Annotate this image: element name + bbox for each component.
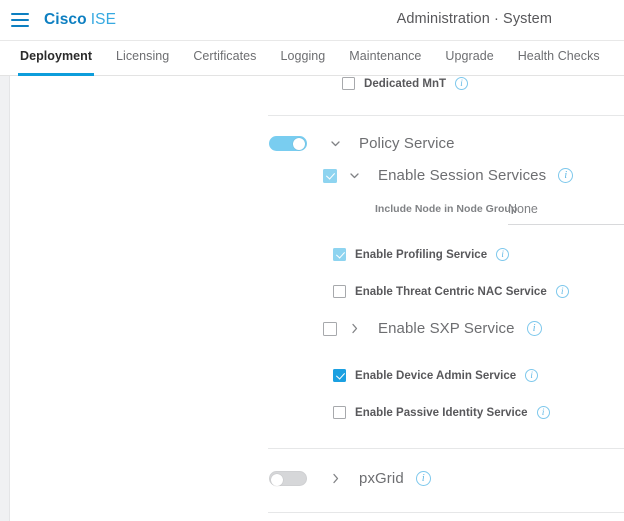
passive-identity-service-row: Enable Passive Identity Service i <box>333 406 550 419</box>
breadcrumb: Administration · System <box>396 11 552 27</box>
divider-below-pxgrid <box>268 512 624 513</box>
pxgrid-info-icon[interactable]: i <box>415 471 431 486</box>
node-group-label-wrap: Include Node in Node Group <box>375 203 517 215</box>
hamburger-menu-icon[interactable] <box>11 13 29 27</box>
chevron-right-icon[interactable] <box>329 472 342 485</box>
device-admin-service-label: Enable Device Admin Service <box>355 369 517 382</box>
brand-secondary-text: ISE <box>90 11 117 28</box>
passive-identity-service-label: Enable Passive Identity Service <box>355 406 528 419</box>
profiling-service-info-icon[interactable]: i <box>496 248 510 261</box>
session-services-row: Enable Session Services i <box>323 167 574 184</box>
divider-above-policy-service <box>268 115 624 116</box>
sxp-service-info-icon[interactable]: i <box>526 321 542 336</box>
dedicated-mnt-checkbox[interactable] <box>342 77 355 90</box>
session-services-checkbox[interactable] <box>323 168 337 183</box>
session-services-label: Enable Session Services <box>378 167 547 184</box>
session-services-info-icon[interactable]: i <box>558 168 574 183</box>
policy-service-toggle[interactable] <box>269 136 307 151</box>
tab-licensing[interactable]: Licensing <box>104 41 181 76</box>
node-group-label: Include Node in Node Group <box>375 203 518 215</box>
threat-centric-nac-checkbox[interactable] <box>333 285 346 298</box>
profiling-service-row: Enable Profiling Service i <box>333 248 510 261</box>
tab-health-checks[interactable]: Health Checks <box>506 41 612 76</box>
policy-service-label: Policy Service <box>359 135 455 152</box>
pxgrid-toggle[interactable] <box>269 471 307 486</box>
sidebar-rail <box>0 76 10 521</box>
tab-upgrade[interactable]: Upgrade <box>433 41 505 76</box>
device-admin-service-row: Enable Device Admin Service i <box>333 369 539 382</box>
chevron-down-icon[interactable] <box>348 169 361 182</box>
tab-logging[interactable]: Logging <box>268 41 337 76</box>
passive-identity-service-checkbox[interactable] <box>333 406 346 419</box>
app-header: Cisco ISE Administration · System <box>0 0 624 41</box>
sxp-service-checkbox[interactable] <box>323 321 337 336</box>
tab-deployment[interactable]: Deployment <box>8 41 104 76</box>
profiling-service-label: Enable Profiling Service <box>355 248 488 261</box>
brand-primary-text: Cisco <box>44 11 87 28</box>
passive-identity-service-info-icon[interactable]: i <box>536 406 550 419</box>
device-admin-service-checkbox[interactable] <box>333 369 346 382</box>
tab-bar: Deployment Licensing Certificates Loggin… <box>0 41 624 76</box>
threat-centric-nac-row: Enable Threat Centric NAC Service i <box>333 285 569 298</box>
dedicated-mnt-row: Dedicated MnT i <box>342 77 469 90</box>
profiling-service-checkbox[interactable] <box>333 248 346 261</box>
toggle-knob <box>271 473 283 486</box>
policy-service-row: Policy Service <box>269 135 455 152</box>
node-group-value: None <box>508 202 538 216</box>
pxgrid-label: pxGrid <box>359 470 404 487</box>
node-services-form: Dedicated MnT i Policy Service Enable Se… <box>11 76 624 521</box>
chevron-down-icon[interactable] <box>329 137 342 150</box>
node-group-select[interactable]: None <box>508 200 624 225</box>
dedicated-mnt-info-icon[interactable]: i <box>455 77 469 90</box>
dedicated-mnt-label: Dedicated MnT <box>364 77 447 90</box>
pxgrid-row: pxGrid i <box>269 470 431 487</box>
app-logo[interactable]: Cisco ISE <box>44 11 116 29</box>
sxp-service-row: Enable SXP Service i <box>323 320 542 337</box>
chevron-right-icon[interactable] <box>348 322 361 335</box>
threat-centric-nac-info-icon[interactable]: i <box>555 285 569 298</box>
tab-maintenance[interactable]: Maintenance <box>337 41 433 76</box>
toggle-knob <box>293 137 305 150</box>
divider-above-pxgrid <box>268 448 624 449</box>
device-admin-service-info-icon[interactable]: i <box>525 369 539 382</box>
sxp-service-label: Enable SXP Service <box>378 320 515 337</box>
cisco-ise-admin-page: Cisco ISE Administration · System Deploym… <box>0 0 624 521</box>
tab-certificates[interactable]: Certificates <box>181 41 268 76</box>
threat-centric-nac-label: Enable Threat Centric NAC Service <box>355 285 547 298</box>
